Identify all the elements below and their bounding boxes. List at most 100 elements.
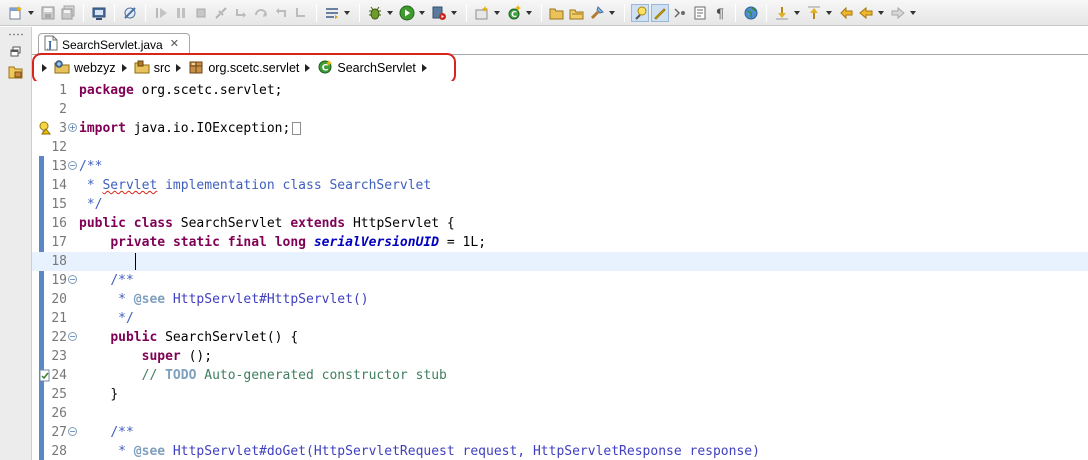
editor-tab[interactable]: J SearchServlet.java ✕	[38, 33, 190, 55]
save-all-icon[interactable]	[59, 4, 77, 22]
code-line[interactable]: 28 * @see HttpServlet#doGet(HttpServletR…	[32, 442, 1088, 460]
code-line[interactable]: 23 super ();	[32, 347, 1088, 366]
step-over-icon[interactable]	[252, 4, 270, 22]
forward-dropdown-icon[interactable]	[908, 4, 917, 22]
debug-dropdown-icon[interactable]	[385, 4, 394, 22]
breadcrumb-arrow-icon[interactable]	[121, 64, 127, 72]
new-java-dropdown-icon[interactable]	[524, 4, 533, 22]
print-icon[interactable]	[90, 4, 108, 22]
breadcrumb-item-package[interactable]: org.scetc.servlet	[188, 59, 299, 78]
breadcrumb-item-src[interactable]: src	[134, 59, 170, 78]
previous-annotation-dropdown-icon[interactable]	[824, 4, 833, 22]
code-line[interactable]: 15 */	[32, 195, 1088, 214]
code-line[interactable]: 13−/**	[32, 157, 1088, 176]
toggle-mark-occurrences-icon[interactable]	[631, 3, 649, 22]
new-icon[interactable]	[7, 4, 25, 22]
package-explorer-icon[interactable]	[7, 64, 25, 80]
toggle-highlight-icon[interactable]	[651, 3, 669, 22]
next-annotation-dropdown-icon[interactable]	[792, 4, 801, 22]
toggle-word-wrap-icon[interactable]: ¶	[711, 4, 729, 22]
search-dropdown-icon[interactable]	[607, 4, 616, 22]
code-line[interactable]: 18	[32, 252, 1088, 271]
code-token: @see	[133, 292, 166, 307]
toolbar-separator	[316, 3, 317, 22]
new-dropdown-icon[interactable]	[26, 4, 35, 22]
run-server-icon[interactable]	[430, 4, 448, 22]
collapsed-region-marker[interactable]	[292, 122, 302, 135]
code-line[interactable]: 14 * Servlet implementation class Search…	[32, 176, 1088, 195]
fold-collapse-icon[interactable]: −	[68, 332, 77, 341]
line-number: 22	[51, 330, 67, 345]
code-line[interactable]: 19− /**	[32, 271, 1088, 290]
new-server-icon[interactable]	[473, 4, 491, 22]
code-line[interactable]: 20 * @see HttpServlet#HttpServlet()	[32, 290, 1088, 309]
terminate-icon[interactable]	[192, 4, 210, 22]
trim-grip-handle[interactable]	[8, 33, 24, 36]
code-line[interactable]: 21 */	[32, 309, 1088, 328]
code-line[interactable]: 26	[32, 404, 1088, 423]
save-icon[interactable]	[39, 4, 57, 22]
close-icon[interactable]: ✕	[170, 39, 179, 50]
line-number: 13	[51, 159, 67, 174]
disconnect-icon[interactable]	[212, 4, 230, 22]
open-task-icon[interactable]	[568, 4, 586, 22]
resume-icon[interactable]	[152, 4, 170, 22]
step-filters-dropdown-icon[interactable]	[342, 4, 351, 22]
breadcrumb-arrow-icon[interactable]	[421, 64, 427, 72]
code-line[interactable]: 24 // TODO Auto-generated constructor st…	[32, 366, 1088, 385]
previous-annotation-icon[interactable]	[805, 4, 823, 22]
code-line[interactable]: 2	[32, 100, 1088, 119]
step-into-icon[interactable]	[232, 4, 250, 22]
code-line[interactable]: 12	[32, 138, 1088, 157]
run-dropdown-icon[interactable]	[417, 4, 426, 22]
code-token: /**	[110, 425, 134, 440]
restore-icon[interactable]	[7, 44, 25, 60]
run-server-dropdown-icon[interactable]	[449, 4, 458, 22]
breadcrumb-item-project[interactable]: webzyz	[54, 59, 116, 78]
code-line[interactable]: 25 }	[32, 385, 1088, 404]
back-dropdown-icon[interactable]	[876, 4, 885, 22]
code-keyword: extends	[290, 216, 346, 231]
breadcrumb-arrow-icon[interactable]	[305, 64, 311, 72]
show-whitespace-icon[interactable]	[671, 4, 689, 22]
next-annotation-icon[interactable]	[773, 4, 791, 22]
open-type-icon[interactable]	[548, 4, 566, 22]
new-java-class-icon[interactable]: C	[505, 4, 523, 22]
new-server-dropdown-icon[interactable]	[492, 4, 501, 22]
breadcrumb-item-class[interactable]: C SearchServlet	[317, 59, 416, 78]
svg-text:C: C	[322, 63, 329, 73]
breadcrumb-root-arrow-icon[interactable]	[42, 64, 47, 72]
forward-icon[interactable]	[889, 4, 907, 22]
suspend-icon[interactable]	[172, 4, 190, 22]
skip-breakpoints-icon[interactable]	[121, 4, 139, 22]
drop-to-frame-icon[interactable]	[292, 4, 310, 22]
code-line[interactable]: 16 public class SearchServlet extends Htt…	[32, 214, 1088, 233]
line-number: 17	[51, 235, 67, 250]
fold-collapse-icon[interactable]: −	[68, 275, 77, 284]
breadcrumb-arrow-icon[interactable]	[176, 64, 182, 72]
globe-icon[interactable]	[742, 4, 760, 22]
block-selection-icon[interactable]	[691, 4, 709, 22]
use-step-filters-icon[interactable]	[323, 4, 341, 22]
line-number: 25	[51, 387, 67, 402]
code-line[interactable]: 1 package org.scetc.servlet;	[32, 81, 1088, 100]
run-icon[interactable]	[398, 4, 416, 22]
code-line[interactable]: 22− public SearchServlet() {	[32, 328, 1088, 347]
code-editor[interactable]: 1 package org.scetc.servlet; 2 3 + import jav…	[32, 81, 1088, 460]
fold-collapse-icon[interactable]: −	[68, 427, 77, 436]
step-return-icon[interactable]	[272, 4, 290, 22]
code-line[interactable]: 3 + import java.io.IOException;	[32, 119, 1088, 138]
fold-collapse-icon[interactable]: −	[68, 161, 77, 170]
back-icon[interactable]	[857, 4, 875, 22]
last-edit-location-icon[interactable]	[837, 4, 855, 22]
search-icon[interactable]	[588, 4, 606, 22]
code-line[interactable]: 17 private static final long serialVersi…	[32, 233, 1088, 252]
debug-icon[interactable]	[366, 4, 384, 22]
fold-expand-icon[interactable]: +	[68, 123, 77, 132]
code-line[interactable]: 27− /**	[32, 423, 1088, 442]
code-token: HttpServlet#doGet(HttpServletRequest req…	[165, 444, 760, 459]
breadcrumb-label: SearchServlet	[337, 61, 416, 75]
